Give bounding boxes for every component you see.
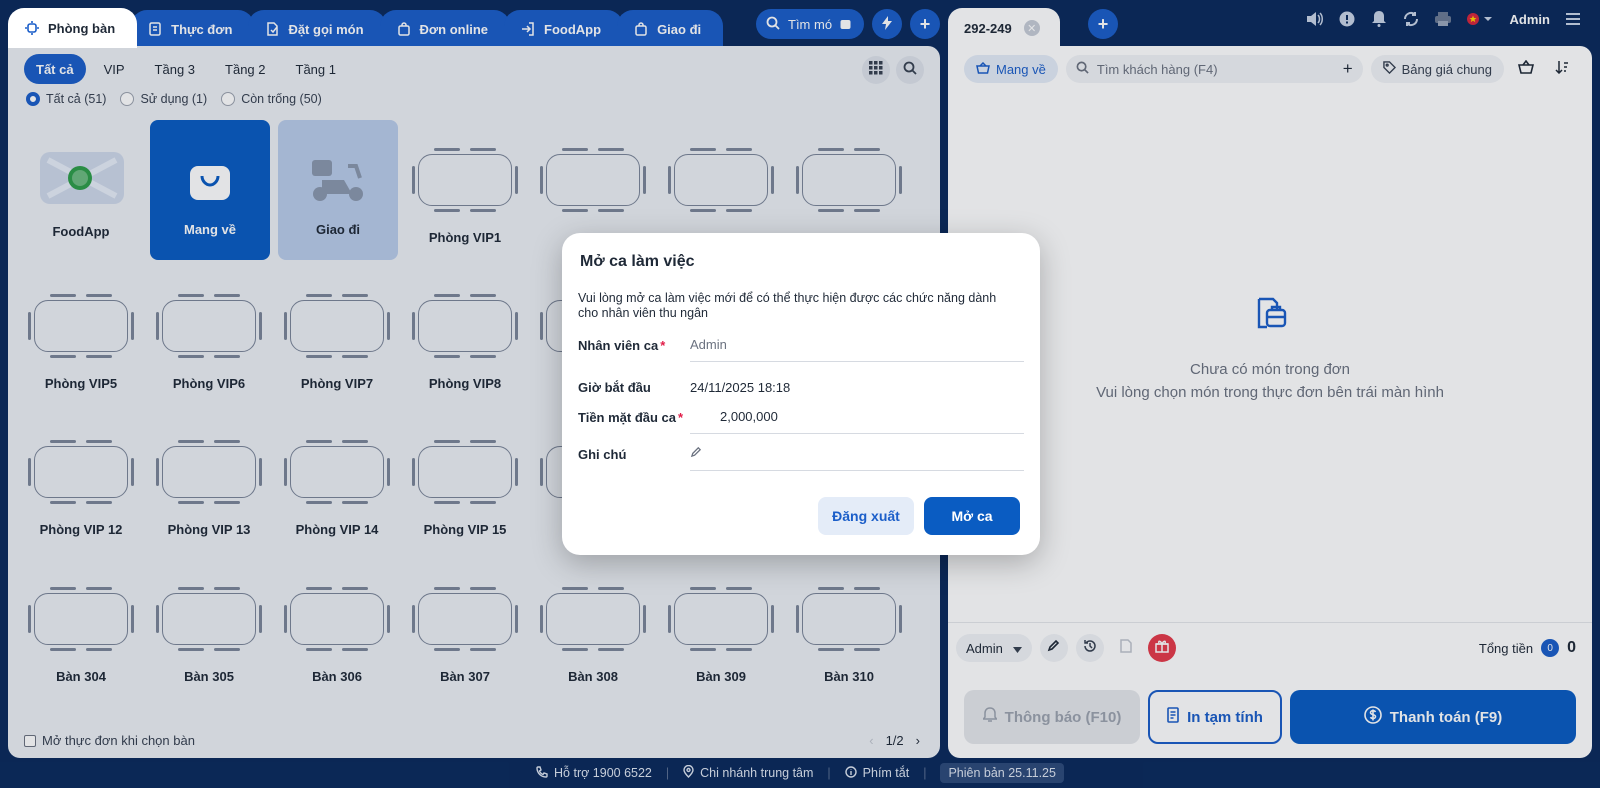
staff-field[interactable]: Admin	[690, 328, 1024, 362]
staff-field-label: Nhân viên ca *	[578, 337, 666, 353]
open-shift-dialog: Mở ca làm việc Vui lòng mở ca làm việc m…	[562, 233, 1040, 555]
note-label: Ghi chú	[578, 446, 627, 462]
dialog-description: Vui lòng mở ca làm việc mới để có thể th…	[578, 291, 997, 320]
dialog-actions: Đăng xuất Mở ca	[818, 497, 1020, 535]
opening-cash-row: Tiền mặt đầu ca * 2,000,000	[578, 400, 1024, 434]
start-time-label: Giờ bắt đầu	[578, 379, 651, 395]
staff-value: Admin	[690, 337, 727, 352]
pencil-icon	[690, 446, 702, 461]
opening-cash-input[interactable]: 2,000,000	[690, 400, 1024, 434]
staff-row: Nhân viên ca * Admin	[578, 328, 1024, 362]
note-row: Ghi chú	[578, 437, 1024, 471]
dialog-title: Mở ca làm việc	[580, 253, 695, 270]
tab-label: Phòng bàn	[48, 20, 116, 36]
logout-button[interactable]: Đăng xuất	[818, 497, 914, 535]
opening-cash-value: 2,000,000	[720, 409, 778, 424]
open-shift-button[interactable]: Mở ca	[924, 497, 1020, 535]
table-icon	[24, 20, 40, 36]
start-time-value: 24/11/2025 18:18	[690, 379, 791, 395]
start-time-row: Giờ bắt đầu 24/11/2025 18:18	[578, 372, 1024, 402]
tab-phong-ban[interactable]: Phòng bàn	[8, 8, 138, 48]
opening-cash-label: Tiền mặt đầu ca *	[578, 409, 684, 425]
note-input[interactable]	[690, 437, 1024, 471]
